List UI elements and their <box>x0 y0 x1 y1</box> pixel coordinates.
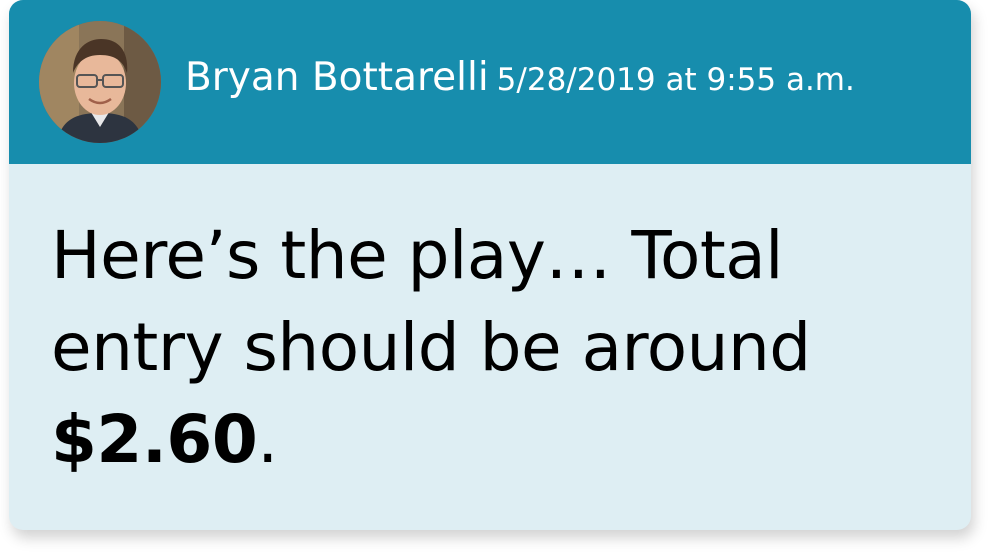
entry-amount: $2.60 <box>51 401 258 478</box>
message-line-3: $2.60. <box>51 394 951 486</box>
avatar-photo-icon <box>39 21 161 143</box>
chat-message-card: Bryan Bottarelli 5/28/2019 at 9:55 a.m. H… <box>9 0 971 530</box>
author-avatar[interactable] <box>39 21 161 143</box>
message-timestamp: 5/28/2019 at 9:55 a.m. <box>496 62 855 98</box>
message-line-2: entry should be around <box>51 309 811 386</box>
message-header: Bryan Bottarelli 5/28/2019 at 9:55 a.m. <box>9 0 971 164</box>
message-body: Here’s the play… Total entry should be a… <box>51 210 951 486</box>
message-line-1: Here’s the play… Total <box>51 217 784 294</box>
message-meta: Bryan Bottarelli 5/28/2019 at 9:55 a.m. <box>185 55 855 100</box>
author-name[interactable]: Bryan Bottarelli <box>185 55 489 100</box>
message-suffix: . <box>257 401 278 478</box>
